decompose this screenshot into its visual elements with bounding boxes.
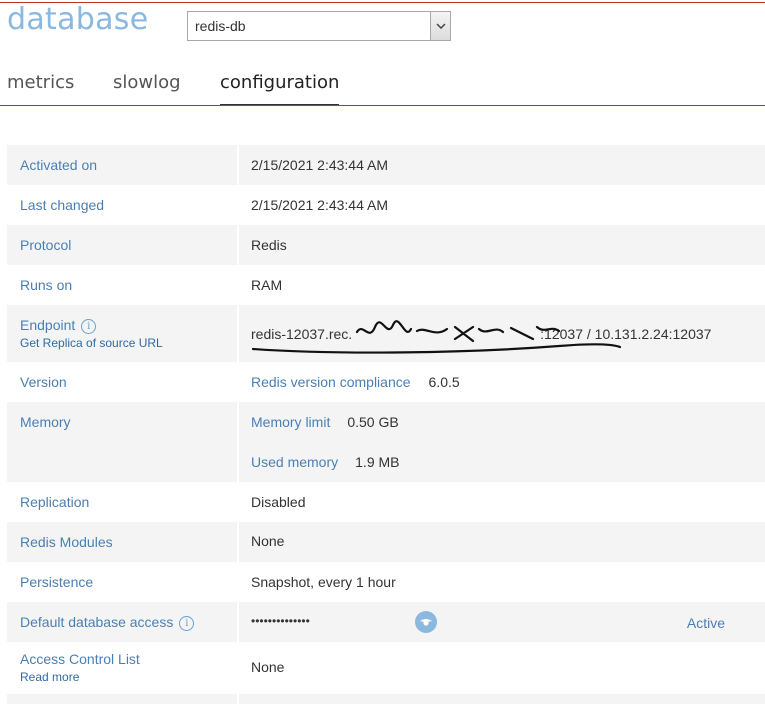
tab-bar: metrics slowlog configuration — [0, 72, 765, 106]
row-protocol: Protocol Redis — [7, 225, 765, 265]
row-memory: Memory Memory limit 0.50 GB Used memory 1.… — [7, 402, 765, 482]
page: database redis-db metrics slowlog config… — [0, 0, 765, 704]
row-default-access: Default database access i •••••••••••••• … — [7, 602, 765, 642]
read-more-link[interactable]: Read more — [20, 670, 79, 684]
endpoint-value-prefix: redis-12037.rec. — [251, 326, 353, 342]
replication-value: Disabled — [251, 494, 306, 510]
row-replication: Replication Disabled — [7, 482, 765, 522]
row-next-partial — [7, 694, 765, 704]
last-changed-label: Last changed — [20, 197, 105, 213]
version-value: 6.0.5 — [428, 374, 460, 390]
configuration-table: Activated on 2/15/2021 2:43:44 AM Last c… — [7, 145, 765, 704]
endpoint-value-suffix: :12037 / 10.131.2.24:12037 — [540, 326, 712, 342]
row-runs-on: Runs on RAM — [7, 265, 765, 305]
memory-limit-label: Memory limit — [251, 414, 331, 430]
last-changed-value: 2/15/2021 2:43:44 AM — [251, 197, 388, 213]
memory-limit-value: 0.50 GB — [347, 414, 399, 430]
version-compliance-label: Redis version compliance — [251, 374, 411, 390]
activated-on-value: 2/15/2021 2:43:44 AM — [251, 157, 388, 173]
row-activated-on: Activated on 2/15/2021 2:43:44 AM — [7, 145, 765, 185]
database-select-value: redis-db — [195, 18, 246, 34]
chevron-down-icon[interactable] — [430, 12, 450, 40]
info-icon[interactable]: i — [81, 319, 97, 334]
redis-modules-value: None — [251, 533, 285, 549]
info-icon[interactable]: i — [179, 616, 195, 631]
endpoint-value[interactable]: redis-12037.rec. :12037 / 10.131.2.24:120… — [251, 326, 711, 342]
activated-on-label: Activated on — [20, 157, 98, 173]
version-label: Version — [20, 374, 67, 390]
redis-modules-label: Redis Modules — [20, 534, 113, 550]
tab-configuration[interactable]: configuration — [220, 72, 340, 106]
protocol-label: Protocol — [20, 237, 72, 253]
memory-label: Memory — [20, 414, 71, 430]
eye-icon[interactable] — [415, 611, 437, 633]
tab-slowlog[interactable]: slowlog — [113, 72, 181, 104]
default-access-password: •••••••••••••• — [251, 614, 310, 628]
acl-label: Access Control List — [20, 651, 140, 667]
get-replica-link[interactable]: Get Replica of source URL — [20, 336, 163, 350]
persistence-value: Snapshot, every 1 hour — [251, 574, 396, 590]
database-select[interactable]: redis-db — [187, 11, 451, 41]
row-last-changed: Last changed 2/15/2021 2:43:44 AM — [7, 185, 765, 225]
row-version: Version Redis version compliance 6.0.5 — [7, 362, 765, 402]
persistence-label: Persistence — [20, 574, 94, 590]
acl-value: None — [251, 659, 285, 675]
runs-on-label: Runs on — [20, 277, 73, 293]
row-redis-modules: Redis Modules None — [7, 522, 765, 562]
row-persistence: Persistence Snapshot, every 1 hour — [7, 562, 765, 602]
endpoint-label: Endpoint — [20, 317, 76, 333]
row-endpoint: Endpoint i Get Replica of source URL redi… — [7, 305, 765, 362]
default-access-label: Default database access — [20, 614, 174, 630]
tabs-divider — [0, 105, 765, 106]
default-access-status[interactable]: Active — [687, 615, 725, 631]
used-memory-value: 1.9 MB — [355, 454, 400, 470]
runs-on-value: RAM — [251, 277, 283, 293]
protocol-value: Redis — [251, 237, 287, 253]
used-memory-label: Used memory — [251, 454, 339, 470]
tab-metrics[interactable]: metrics — [7, 72, 74, 104]
replication-label: Replication — [20, 494, 90, 510]
page-title: database — [7, 2, 149, 37]
row-acl: Access Control List Read more None — [7, 642, 765, 694]
